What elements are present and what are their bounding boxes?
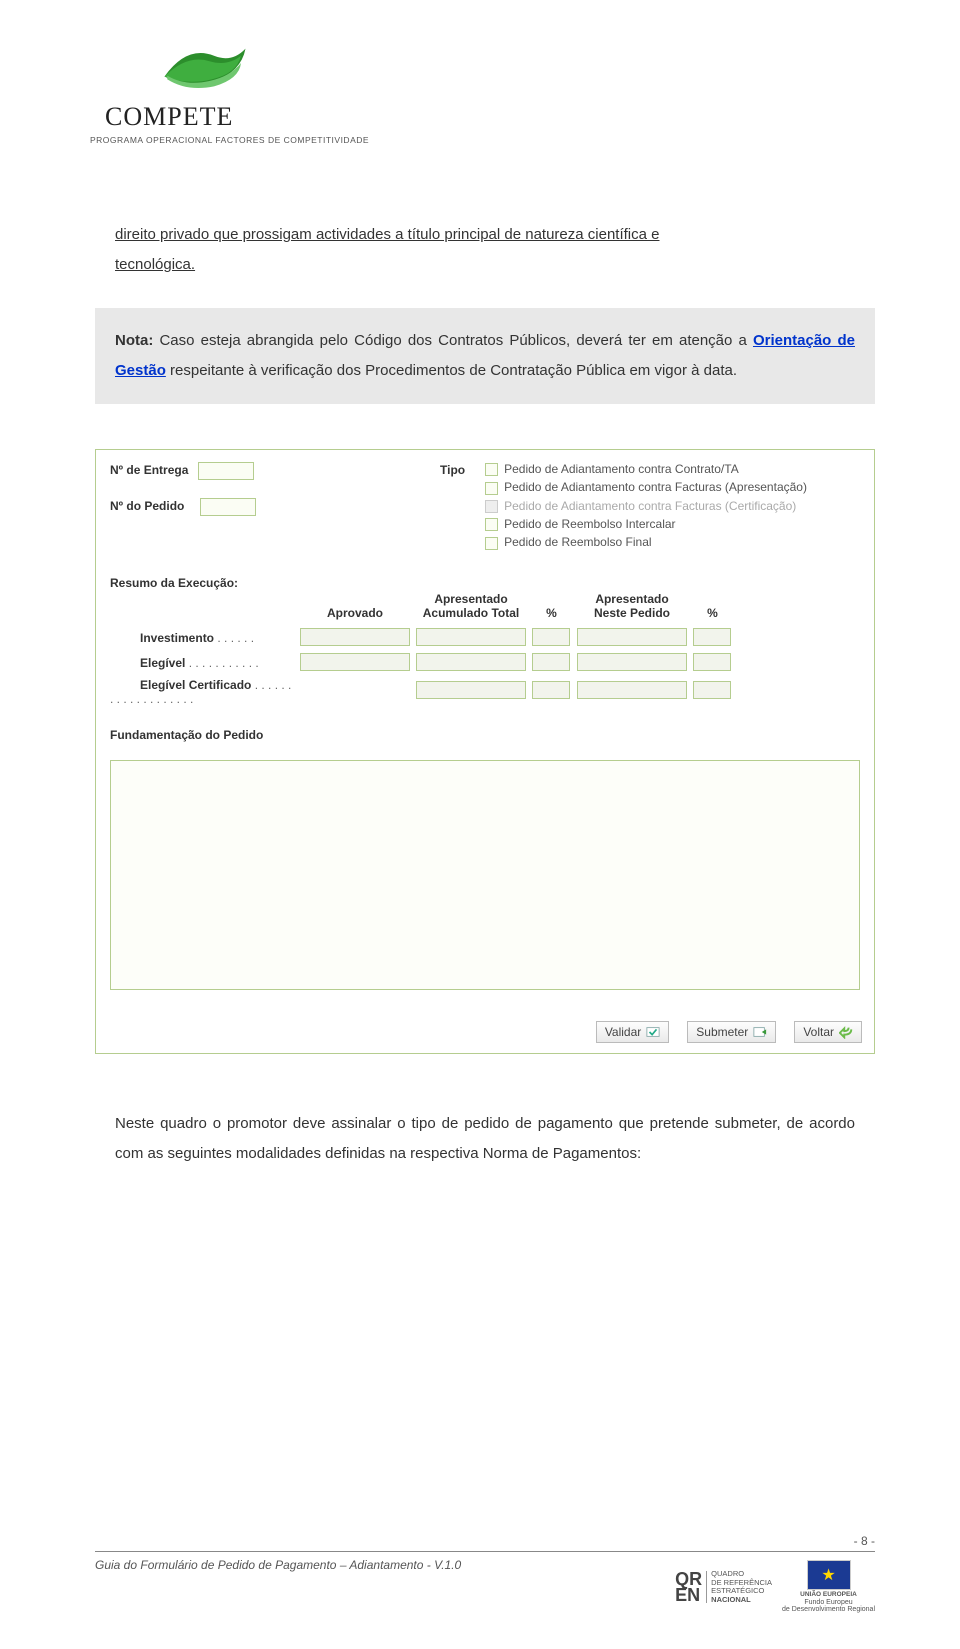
paragraph-1: direito privado que prossigam actividade… xyxy=(115,220,855,280)
cell-inv-neste xyxy=(577,628,687,646)
eu-badge: ★ UNIÃO EUROPEIA Fundo Europeu de Desenv… xyxy=(782,1560,875,1614)
col-apresentado-acumulado: ApresentadoAcumulado Total xyxy=(416,592,532,626)
label-fundamentacao: Fundamentação do Pedido xyxy=(110,728,860,742)
form-buttons: Validar Submeter Voltar xyxy=(596,1021,862,1043)
footer: - 8 - Guia do Formulário de Pedido de Pa… xyxy=(95,1551,875,1614)
logo-subtitle: PROGRAMA OPERACIONAL FACTORES DE COMPETI… xyxy=(90,135,369,145)
col-pct1: % xyxy=(532,592,577,626)
col-aprovado: Aprovado xyxy=(300,592,416,626)
col-pct2: % xyxy=(693,592,738,626)
voltar-button[interactable]: Voltar xyxy=(794,1021,862,1043)
footer-right: QREN QUADRO DE REFERÊNCIA ESTRATÉGICO NA… xyxy=(675,1560,875,1614)
paragraph-1b: tecnológica. xyxy=(115,256,195,273)
page-number: - 8 - xyxy=(854,1534,875,1548)
note-text-1: Caso esteja abrangida pelo Código dos Co… xyxy=(153,332,753,349)
check-icon xyxy=(485,500,498,513)
input-n-entrega[interactable] xyxy=(198,462,254,480)
row-investimento: Investimento . . . . . . xyxy=(110,626,738,651)
validar-button[interactable]: Validar xyxy=(596,1021,669,1043)
header: COMPETE PROGRAMA OPERACIONAL FACTORES DE… xyxy=(90,35,369,145)
check-icon[interactable] xyxy=(485,482,498,495)
form-check-icon xyxy=(646,1025,660,1039)
col-apresentado-neste: ApresentadoNeste Pedido xyxy=(577,592,693,626)
resumo-title: Resumo da Execução: xyxy=(110,576,860,590)
cell-inv-aprovado xyxy=(300,628,410,646)
paragraph-2: Neste quadro o promotor deve assinalar o… xyxy=(115,1109,855,1169)
tipo-item-1: Pedido de Adiantamento contra Facturas (… xyxy=(485,480,807,494)
check-icon[interactable] xyxy=(485,518,498,531)
eu-flag-icon: ★ xyxy=(807,1560,851,1590)
note-box: Nota: Caso esteja abrangida pelo Código … xyxy=(95,308,875,404)
cell-inv-acum xyxy=(416,628,526,646)
main-content: direito privado que prossigam actividade… xyxy=(115,220,855,1169)
footer-left: Guia do Formulário de Pedido de Pagament… xyxy=(95,1558,461,1572)
input-n-pedido[interactable] xyxy=(200,498,256,516)
form-send-icon xyxy=(753,1025,767,1039)
logo-title: COMPETE xyxy=(105,102,369,132)
label-n-entrega: Nº de Entrega xyxy=(110,463,188,477)
form-screenshot: Nº de Entrega Nº do Pedido Tipo Pedido d… xyxy=(95,449,875,1054)
tipo-item-2: Pedido de Adiantamento contra Facturas (… xyxy=(485,499,807,513)
note-text-2: respeitante à verificação dos Procedimen… xyxy=(166,362,737,379)
tipo-list: Pedido de Adiantamento contra Contrato/T… xyxy=(485,462,807,554)
tipo-item-0: Pedido de Adiantamento contra Contrato/T… xyxy=(485,462,807,476)
cell-inv-pct2 xyxy=(693,628,731,646)
check-icon[interactable] xyxy=(485,463,498,476)
back-arrow-icon xyxy=(839,1025,853,1039)
textarea-fundamentacao[interactable] xyxy=(110,760,860,990)
paragraph-1a: direito privado que prossigam actividade… xyxy=(115,226,659,243)
submeter-button[interactable]: Submeter xyxy=(687,1021,776,1043)
tipo-item-3: Pedido de Reembolso Intercalar xyxy=(485,517,807,531)
row-elegivel-cert: Elegível Certificado . . . . . . . . . .… xyxy=(110,676,738,708)
cell-inv-pct1 xyxy=(532,628,570,646)
note-prefix: Nota: xyxy=(115,332,153,349)
label-n-pedido: Nº do Pedido xyxy=(110,499,184,513)
qren-logo-icon: QREN xyxy=(675,1571,707,1603)
row-elegivel: Elegível . . . . . . . . . . . xyxy=(110,651,738,676)
check-icon[interactable] xyxy=(485,537,498,550)
label-tipo: Tipo xyxy=(440,463,465,554)
tipo-item-4: Pedido de Reembolso Final xyxy=(485,535,807,549)
compete-flag-icon xyxy=(160,35,250,100)
